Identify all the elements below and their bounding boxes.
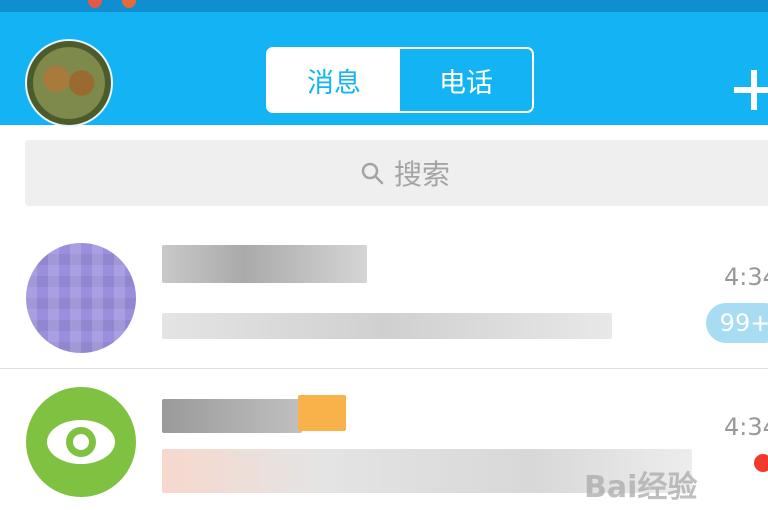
status-dot-left bbox=[88, 0, 102, 8]
contact-name-redacted bbox=[162, 245, 367, 283]
verified-badge-redacted bbox=[298, 395, 346, 431]
plus-icon[interactable] bbox=[734, 70, 768, 110]
status-dot-right bbox=[122, 0, 136, 8]
tab-calls[interactable]: 电话 bbox=[400, 49, 532, 111]
tab-switcher: 消息 电话 bbox=[266, 47, 534, 113]
user-avatar[interactable] bbox=[25, 39, 113, 127]
search-bar[interactable]: 搜索 bbox=[25, 140, 768, 206]
message-preview-redacted bbox=[162, 313, 612, 339]
search-icon bbox=[361, 162, 384, 185]
eye-icon bbox=[26, 387, 136, 497]
contact-name-redacted bbox=[162, 399, 302, 433]
conversation-item[interactable]: 4:34 99+ bbox=[0, 225, 768, 368]
message-time: 4:34 bbox=[724, 413, 768, 441]
unread-badge: 99+ bbox=[706, 303, 768, 343]
eye-icon-glyph bbox=[47, 420, 115, 464]
message-time: 4:34 bbox=[724, 263, 768, 291]
status-bar bbox=[0, 0, 768, 12]
top-header: 消息 电话 bbox=[0, 12, 768, 127]
search-placeholder: 搜索 bbox=[393, 158, 450, 191]
watermark: Bai经验 bbox=[584, 470, 698, 505]
contact-avatar bbox=[26, 243, 136, 353]
tab-messages[interactable]: 消息 bbox=[268, 49, 400, 111]
unread-dot bbox=[754, 454, 768, 472]
